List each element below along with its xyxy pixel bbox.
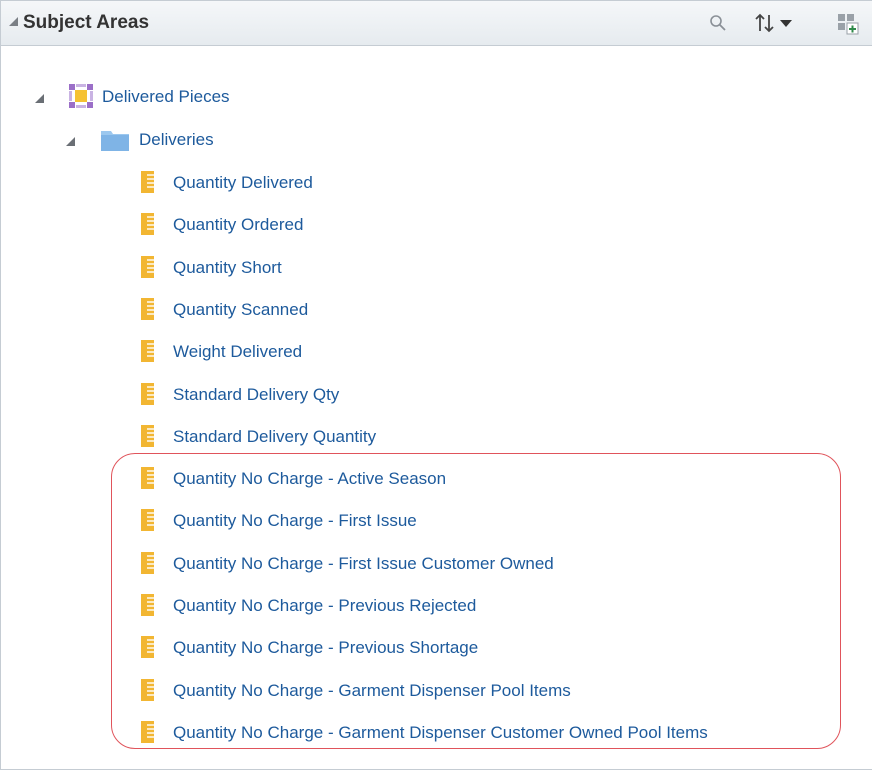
- measure-icon: [141, 171, 154, 193]
- measure-icon: [141, 509, 154, 531]
- measure-item[interactable]: Standard Delivery Quantity: [1, 423, 861, 451]
- measure-item[interactable]: Quantity No Charge - First Issue Custome…: [1, 550, 861, 578]
- panel-header: Subject Areas: [1, 1, 872, 46]
- measure-label[interactable]: Quantity No Charge - Garment Dispenser C…: [173, 723, 708, 743]
- measure-item[interactable]: Quantity No Charge - Previous Shortage: [1, 634, 861, 662]
- measure-item[interactable]: Quantity Scanned: [1, 296, 861, 324]
- folder-icon: [101, 131, 129, 151]
- measure-label[interactable]: Quantity No Charge - First Issue: [173, 511, 417, 531]
- measure-label[interactable]: Standard Delivery Quantity: [173, 427, 376, 447]
- measure-label[interactable]: Quantity No Charge - Active Season: [173, 469, 446, 489]
- measure-icon: [141, 552, 154, 574]
- measure-icon: [141, 256, 154, 278]
- measure-label[interactable]: Standard Delivery Qty: [173, 385, 339, 405]
- measure-label[interactable]: Quantity Delivered: [173, 173, 313, 193]
- measure-item[interactable]: Quantity No Charge - Active Season: [1, 465, 861, 493]
- measure-icon: [141, 721, 154, 743]
- measure-icon: [141, 213, 154, 235]
- add-subject-area-icon[interactable]: [835, 11, 861, 35]
- measure-label[interactable]: Quantity No Charge - First Issue Custome…: [173, 554, 554, 574]
- measure-item[interactable]: Quantity Delivered: [1, 169, 861, 197]
- measure-icon: [141, 298, 154, 320]
- subject-area-icon: [69, 84, 93, 108]
- measure-icon: [141, 383, 154, 405]
- measure-item[interactable]: Quantity No Charge - Garment Dispenser C…: [1, 719, 861, 747]
- measure-icon: [141, 594, 154, 616]
- measure-label[interactable]: Quantity No Charge - Previous Rejected: [173, 596, 476, 616]
- measure-item[interactable]: Quantity No Charge - Garment Dispenser P…: [1, 677, 861, 705]
- tree-node-subject-area[interactable]: Delivered Pieces: [1, 84, 401, 112]
- measure-item[interactable]: Quantity No Charge - First Issue: [1, 507, 861, 535]
- panel-title: Subject Areas: [23, 12, 150, 33]
- folder-label[interactable]: Deliveries: [139, 130, 214, 150]
- chevron-down-icon[interactable]: [779, 11, 793, 35]
- measure-label[interactable]: Quantity Ordered: [173, 215, 303, 235]
- measure-label[interactable]: Quantity No Charge - Garment Dispenser P…: [173, 681, 571, 701]
- expand-toggle-icon[interactable]: [35, 94, 44, 103]
- search-icon[interactable]: [708, 11, 728, 35]
- subject-area-label[interactable]: Delivered Pieces: [102, 87, 230, 107]
- measure-icon: [141, 467, 154, 489]
- tree-node-folder[interactable]: Deliveries: [1, 126, 401, 154]
- measure-label[interactable]: Quantity Short: [173, 258, 282, 278]
- measure-label[interactable]: Quantity Scanned: [173, 300, 308, 320]
- measure-icon: [141, 340, 154, 362]
- expand-toggle-icon[interactable]: [66, 137, 75, 146]
- subject-areas-panel: Subject Areas Delivered Pieces Deliverie…: [0, 0, 872, 770]
- measure-icon: [141, 679, 154, 701]
- measure-item[interactable]: Quantity Ordered: [1, 211, 861, 239]
- collapse-panel-icon[interactable]: [9, 17, 18, 26]
- measure-label[interactable]: Weight Delivered: [173, 342, 302, 362]
- measure-item[interactable]: Standard Delivery Qty: [1, 381, 861, 409]
- measure-icon: [141, 636, 154, 658]
- measure-item[interactable]: Quantity Short: [1, 254, 861, 282]
- measure-item[interactable]: Quantity No Charge - Previous Rejected: [1, 592, 861, 620]
- sort-icon[interactable]: [753, 11, 777, 35]
- measure-icon: [141, 425, 154, 447]
- measure-item[interactable]: Weight Delivered: [1, 338, 861, 366]
- measure-label[interactable]: Quantity No Charge - Previous Shortage: [173, 638, 478, 658]
